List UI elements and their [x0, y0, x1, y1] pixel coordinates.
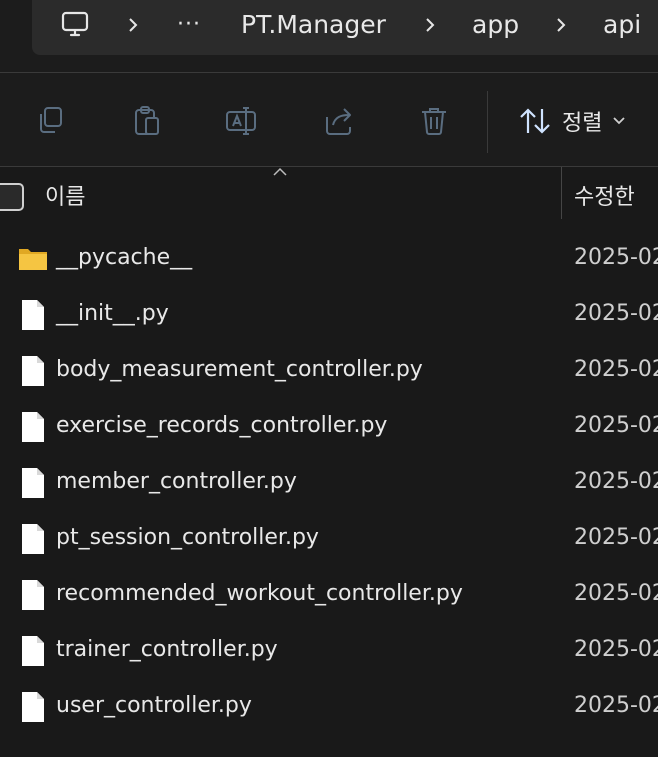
select-all-checkbox[interactable] — [0, 183, 24, 211]
sort-button-label: 정렬 — [562, 111, 603, 136]
share-icon[interactable] — [321, 103, 357, 139]
sort-ascending-caret-icon — [273, 167, 287, 176]
file-row[interactable]: __init__.py 2025-02 — [0, 287, 658, 343]
breadcrumb-overflow[interactable]: ··· — [177, 8, 201, 42]
file-icon — [22, 300, 44, 330]
breadcrumb-item-app[interactable]: app — [472, 8, 519, 42]
file-modified-date: 2025-02 — [574, 357, 658, 382]
copy-icon[interactable] — [33, 103, 69, 139]
folder-icon — [19, 249, 47, 270]
file-name: exercise_records_controller.py — [56, 413, 388, 438]
file-modified-date: 2025-02 — [574, 469, 658, 494]
file-name: body_measurement_controller.py — [56, 357, 423, 382]
sort-button[interactable]: 정렬 — [518, 101, 626, 141]
breadcrumb[interactable]: ··· PT.Manager app api — [32, 0, 658, 55]
address-bar-region: ··· PT.Manager app api — [0, 0, 658, 72]
file-name: trainer_controller.py — [56, 637, 278, 662]
this-pc-icon[interactable] — [60, 10, 90, 40]
file-icon — [22, 580, 44, 610]
file-name: pt_session_controller.py — [56, 525, 319, 550]
column-resize-handle[interactable] — [561, 167, 562, 219]
file-modified-date: 2025-02 — [574, 693, 658, 718]
rename-icon[interactable] — [223, 103, 259, 139]
column-header-name[interactable]: 이름 — [45, 179, 85, 211]
file-modified-date: 2025-02 — [574, 637, 658, 662]
file-row[interactable]: recommended_workout_controller.py 2025-02 — [0, 567, 658, 623]
file-modified-date: 2025-02 — [574, 301, 658, 326]
file-row[interactable]: member_controller.py 2025-02 — [0, 455, 658, 511]
breadcrumb-item-pt-manager[interactable]: PT.Manager — [241, 8, 386, 42]
file-name: __pycache__ — [56, 245, 193, 270]
file-icon — [22, 636, 44, 666]
file-row[interactable]: __pycache__ 2025-02 — [0, 231, 658, 287]
file-modified-date: 2025-02 — [574, 581, 658, 606]
file-name: recommended_workout_controller.py — [56, 581, 463, 606]
file-row[interactable]: pt_session_controller.py 2025-02 — [0, 511, 658, 567]
chevron-right-icon[interactable] — [126, 13, 140, 37]
file-icon — [22, 356, 44, 386]
file-row[interactable]: user_controller.py 2025-02 — [0, 679, 658, 735]
file-name: user_controller.py — [56, 693, 252, 718]
file-modified-date: 2025-02 — [574, 525, 658, 550]
file-icon — [22, 524, 44, 554]
chevron-right-icon[interactable] — [554, 13, 568, 37]
toolbar-separator — [487, 91, 488, 153]
column-header: 이름 수정한 — [0, 167, 658, 221]
command-bar: 정렬 — [0, 73, 658, 166]
file-name: member_controller.py — [56, 469, 297, 494]
column-header-modified[interactable]: 수정한 — [574, 179, 635, 211]
file-row[interactable]: exercise_records_controller.py 2025-02 — [0, 399, 658, 455]
sort-arrows-icon — [520, 108, 550, 134]
file-row[interactable]: trainer_controller.py 2025-02 — [0, 623, 658, 679]
file-modified-date: 2025-02 — [574, 413, 658, 438]
chevron-down-icon — [613, 117, 626, 125]
file-icon — [22, 692, 44, 722]
file-name: __init__.py — [56, 301, 169, 326]
chevron-right-icon[interactable] — [423, 13, 437, 37]
delete-icon[interactable] — [416, 103, 452, 139]
file-row[interactable]: body_measurement_controller.py 2025-02 — [0, 343, 658, 399]
paste-icon[interactable] — [129, 103, 165, 139]
breadcrumb-item-api[interactable]: api — [603, 8, 641, 42]
file-icon — [22, 412, 44, 442]
file-icon — [22, 468, 44, 498]
file-modified-date: 2025-02 — [574, 245, 658, 270]
